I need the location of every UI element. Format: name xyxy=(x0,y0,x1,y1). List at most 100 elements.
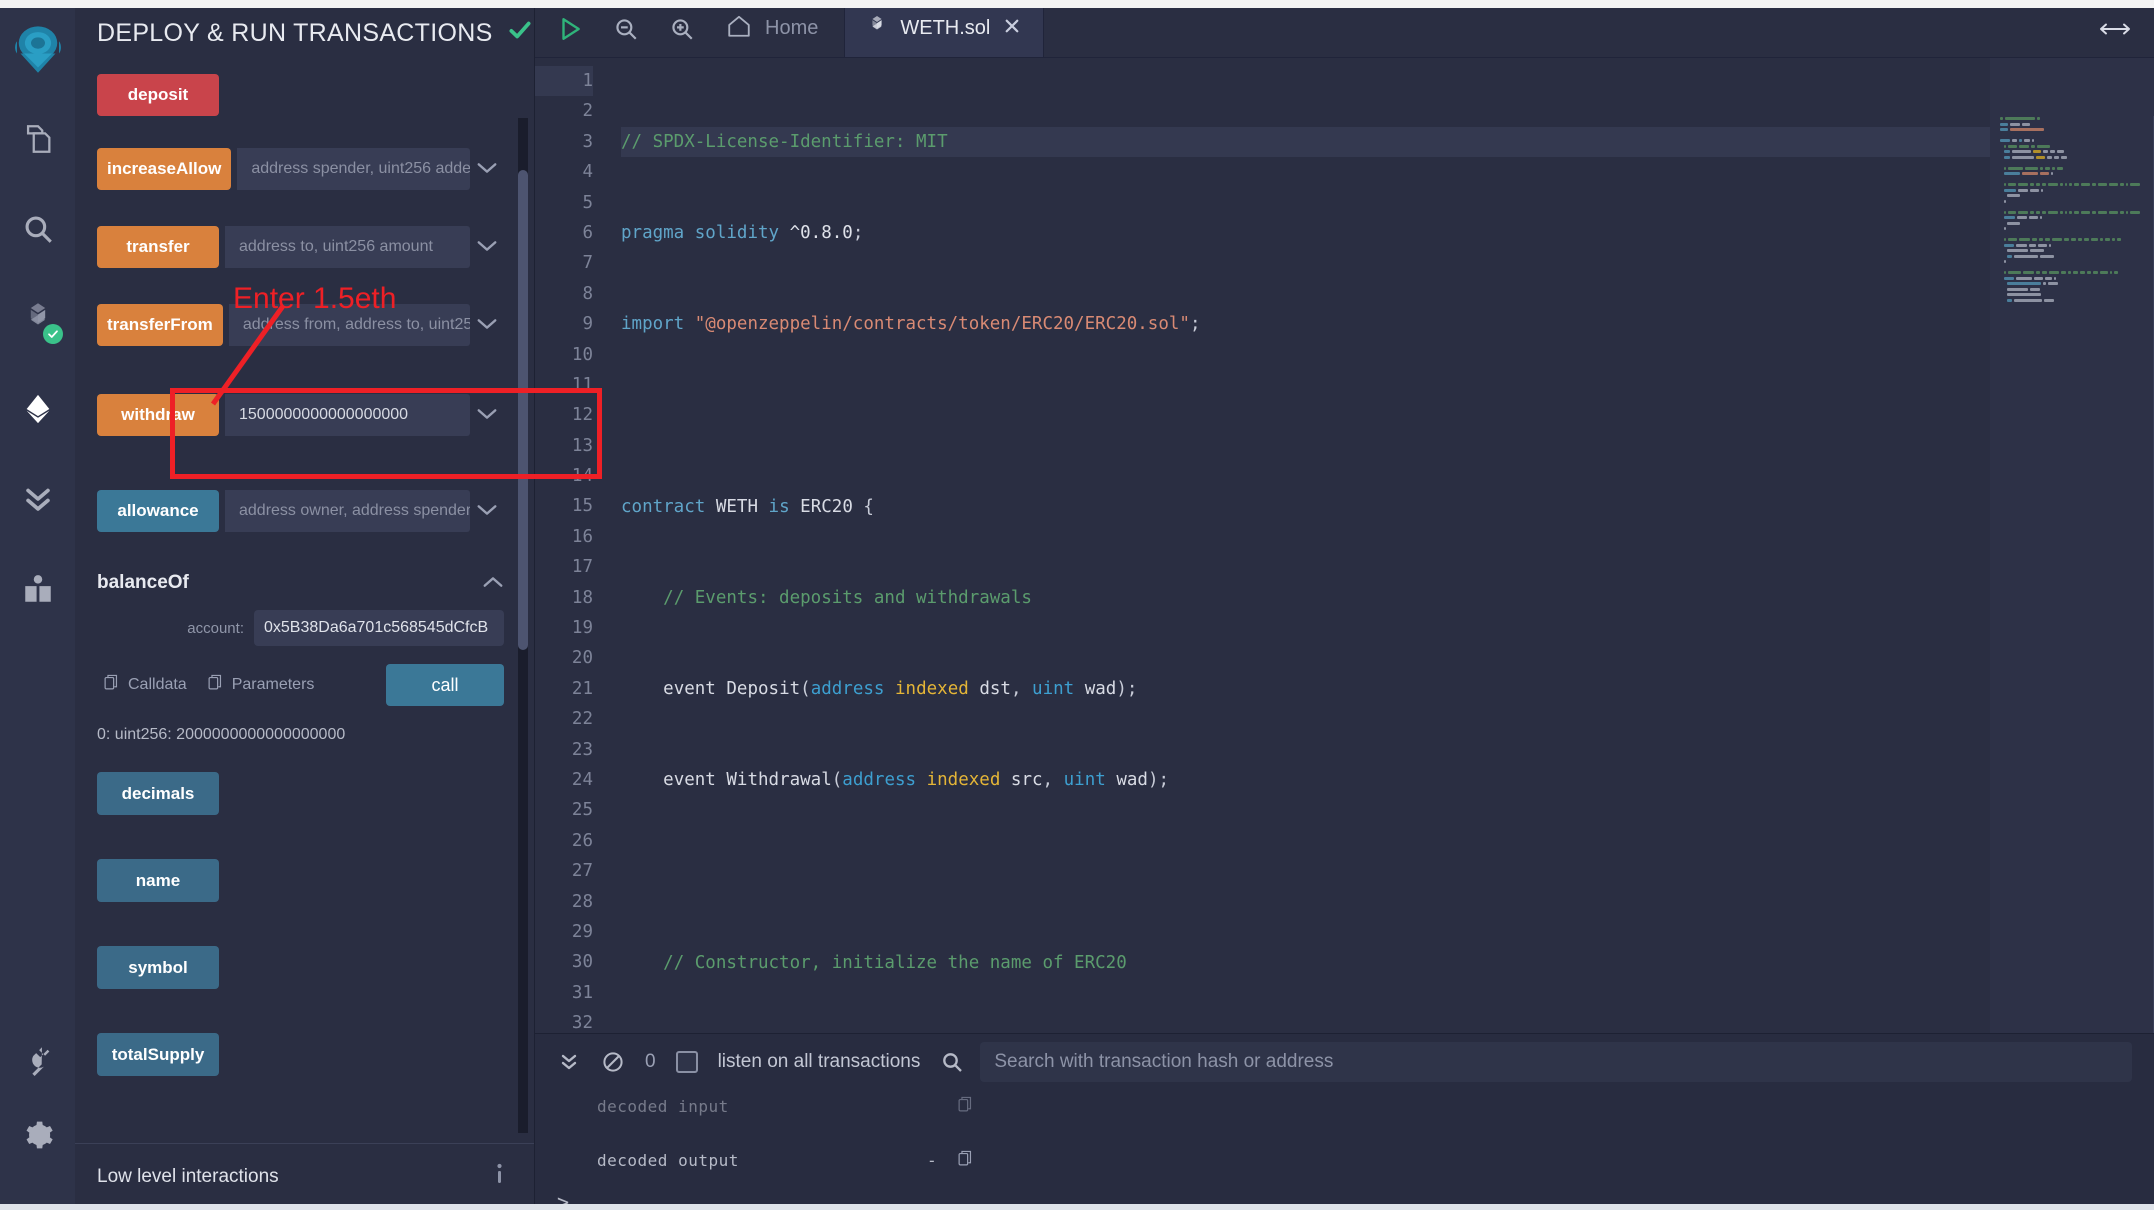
balanceof-header[interactable]: balanceOf xyxy=(97,568,504,610)
listen-all-checkbox[interactable] xyxy=(675,1051,698,1073)
settings-icon[interactable] xyxy=(15,1112,61,1158)
zoom-out-icon[interactable] xyxy=(613,16,639,42)
compile-success-badge xyxy=(42,324,63,344)
totalsupply-button[interactable]: totalSupply xyxy=(97,1033,219,1076)
name-button[interactable]: name xyxy=(97,859,219,902)
code-text-area[interactable]: // SPDX-License-Identifier: MIT pragma s… xyxy=(607,58,2154,1033)
transferfrom-button[interactable]: transferFrom xyxy=(97,304,223,346)
read-button-wrap-symbol: symbol xyxy=(97,946,504,989)
transferfrom-expand-icon[interactable] xyxy=(470,315,504,336)
home-label: Home xyxy=(765,17,819,39)
code-minimap[interactable] xyxy=(1990,58,2154,1033)
zoom-in-icon[interactable] xyxy=(669,16,695,42)
line-number: 32 xyxy=(571,1013,593,1033)
home-tab[interactable]: Home xyxy=(725,13,818,45)
icon-rail xyxy=(0,0,75,1210)
panel-scrollbar-thumb[interactable] xyxy=(518,170,528,650)
allowance-input[interactable]: address owner, address spender xyxy=(225,490,470,532)
call-button[interactable]: call xyxy=(386,664,504,706)
code-line: event Withdrawal(address indexed src, ui… xyxy=(663,770,1170,791)
rail-bottom-group xyxy=(15,1038,61,1210)
search-icon[interactable] xyxy=(15,206,61,252)
increaseallowance-expand-icon[interactable] xyxy=(470,159,504,180)
function-row-allowance: allowance address owner, address spender xyxy=(97,490,504,532)
chevron-up-icon[interactable] xyxy=(482,573,504,594)
line-number: 3 xyxy=(582,131,593,152)
code-line: event Deposit(address indexed dst, uint … xyxy=(663,679,1138,700)
play-icon[interactable] xyxy=(557,16,583,42)
deposit-button[interactable]: deposit xyxy=(97,74,219,116)
tab-label: WETH.sol xyxy=(900,17,991,39)
read-button-wrap-decimals: decimals xyxy=(97,772,504,815)
withdraw-expand-icon[interactable] xyxy=(470,405,504,426)
line-number: 1 xyxy=(535,66,593,97)
decimals-button[interactable]: decimals xyxy=(97,772,219,815)
browser-bottom-strip xyxy=(0,1204,2154,1210)
annotation-arrow xyxy=(210,304,286,406)
remix-ide-window: DEPLOY & RUN TRANSACTIONS deposit increa… xyxy=(0,0,2154,1210)
line-number: 27 xyxy=(571,861,593,882)
ban-icon[interactable] xyxy=(601,1050,625,1074)
terminal-panel: 0 listen on all transactions Search with… xyxy=(535,1033,2154,1210)
copy-icon[interactable] xyxy=(957,1096,974,1116)
transfer-input[interactable]: address to, uint256 amount xyxy=(225,226,470,268)
line-number: 12 xyxy=(571,405,593,426)
increaseallowance-input[interactable]: address spender, uint256 addedValue xyxy=(237,148,470,190)
copy-parameters-button[interactable]: Parameters xyxy=(201,669,321,701)
unit-testing-icon[interactable] xyxy=(15,476,61,522)
remix-logo[interactable] xyxy=(10,22,66,78)
line-number: 28 xyxy=(571,891,593,912)
solidity-compiler-icon[interactable] xyxy=(15,296,63,344)
search-icon xyxy=(940,1050,964,1074)
allowance-expand-icon[interactable] xyxy=(470,501,504,522)
code-line: // Events: deposits and withdrawals xyxy=(663,587,1032,608)
editor-toolbar: Home xyxy=(535,0,846,57)
editor-tabbar: Home WETH.sol xyxy=(535,0,2154,58)
panel-header: DEPLOY & RUN TRANSACTIONS xyxy=(75,0,563,60)
line-number: 17 xyxy=(571,557,593,578)
close-icon[interactable] xyxy=(1003,17,1021,41)
minimap-line xyxy=(2000,298,2140,304)
panel-title: DEPLOY & RUN TRANSACTIONS xyxy=(97,18,493,47)
balanceof-actions: Calldata Parameters call xyxy=(97,664,504,706)
code-line: import "@openzeppelin/contracts/token/ER… xyxy=(621,314,1201,335)
terminal-output[interactable]: decoded input decoded output - > xyxy=(535,1090,2154,1210)
increaseallowance-button[interactable]: increaseAllow xyxy=(97,148,232,190)
chevrons-down-icon[interactable] xyxy=(557,1050,581,1074)
balanceof-card: balanceOf account: 0x5B38Da6a701c568545d… xyxy=(97,568,504,744)
terminal-count: 0 xyxy=(645,1051,656,1072)
account-input[interactable]: 0x5B38Da6a701c568545dCfcB xyxy=(254,610,504,646)
copy-calldata-button[interactable]: Calldata xyxy=(97,669,193,701)
line-number: 29 xyxy=(571,921,593,942)
file-explorer-icon[interactable] xyxy=(15,116,61,162)
info-icon[interactable] xyxy=(495,1162,504,1192)
symbol-button[interactable]: symbol xyxy=(97,946,219,989)
deploy-run-panel: DEPLOY & RUN TRANSACTIONS deposit increa… xyxy=(75,0,602,1210)
line-number: 19 xyxy=(571,618,593,639)
allowance-button[interactable]: allowance xyxy=(97,490,219,532)
balanceof-title: balanceOf xyxy=(97,572,189,593)
horizontal-resize-icon[interactable] xyxy=(2098,0,2154,57)
read-button-wrap-name: name xyxy=(97,859,504,902)
withdraw-button[interactable]: withdraw xyxy=(97,394,219,436)
line-number: 30 xyxy=(571,952,593,973)
low-level-interactions-footer[interactable]: Low level interactions xyxy=(75,1143,534,1210)
line-number: 31 xyxy=(571,982,593,1003)
code-editor[interactable]: 1 2 3 4 5 6 7 8 9 10 11 12 13 14 15 16 17 18 19 20 21 22 23 24 2… xyxy=(535,58,2154,1033)
transfer-expand-icon[interactable] xyxy=(470,237,504,258)
check-icon xyxy=(507,17,533,50)
transfer-button[interactable]: transfer xyxy=(97,226,219,268)
terminal-search-input[interactable]: Search with transaction hash or address xyxy=(980,1042,2132,1082)
tab-weth-sol[interactable]: WETH.sol xyxy=(845,0,1045,57)
deploy-run-icon[interactable] xyxy=(15,386,61,432)
line-number: 6 xyxy=(582,222,593,243)
plugin-manager-icon[interactable] xyxy=(15,1038,61,1084)
annotation-text: Enter 1.5eth xyxy=(233,282,397,315)
panel-scroll-region[interactable]: deposit increaseAllow address spender, u… xyxy=(75,60,534,1143)
code-line: // Constructor, initialize the name of E… xyxy=(663,952,1127,973)
editor-column: Home WETH.sol 1 2 3 4 5 6 7 8 9 10 11 12… xyxy=(535,0,2154,1210)
copy-icon[interactable] xyxy=(957,1149,974,1172)
balanceof-account-row: account: 0x5B38Da6a701c568545dCfcB xyxy=(97,610,504,646)
learneth-icon[interactable] xyxy=(15,566,61,612)
